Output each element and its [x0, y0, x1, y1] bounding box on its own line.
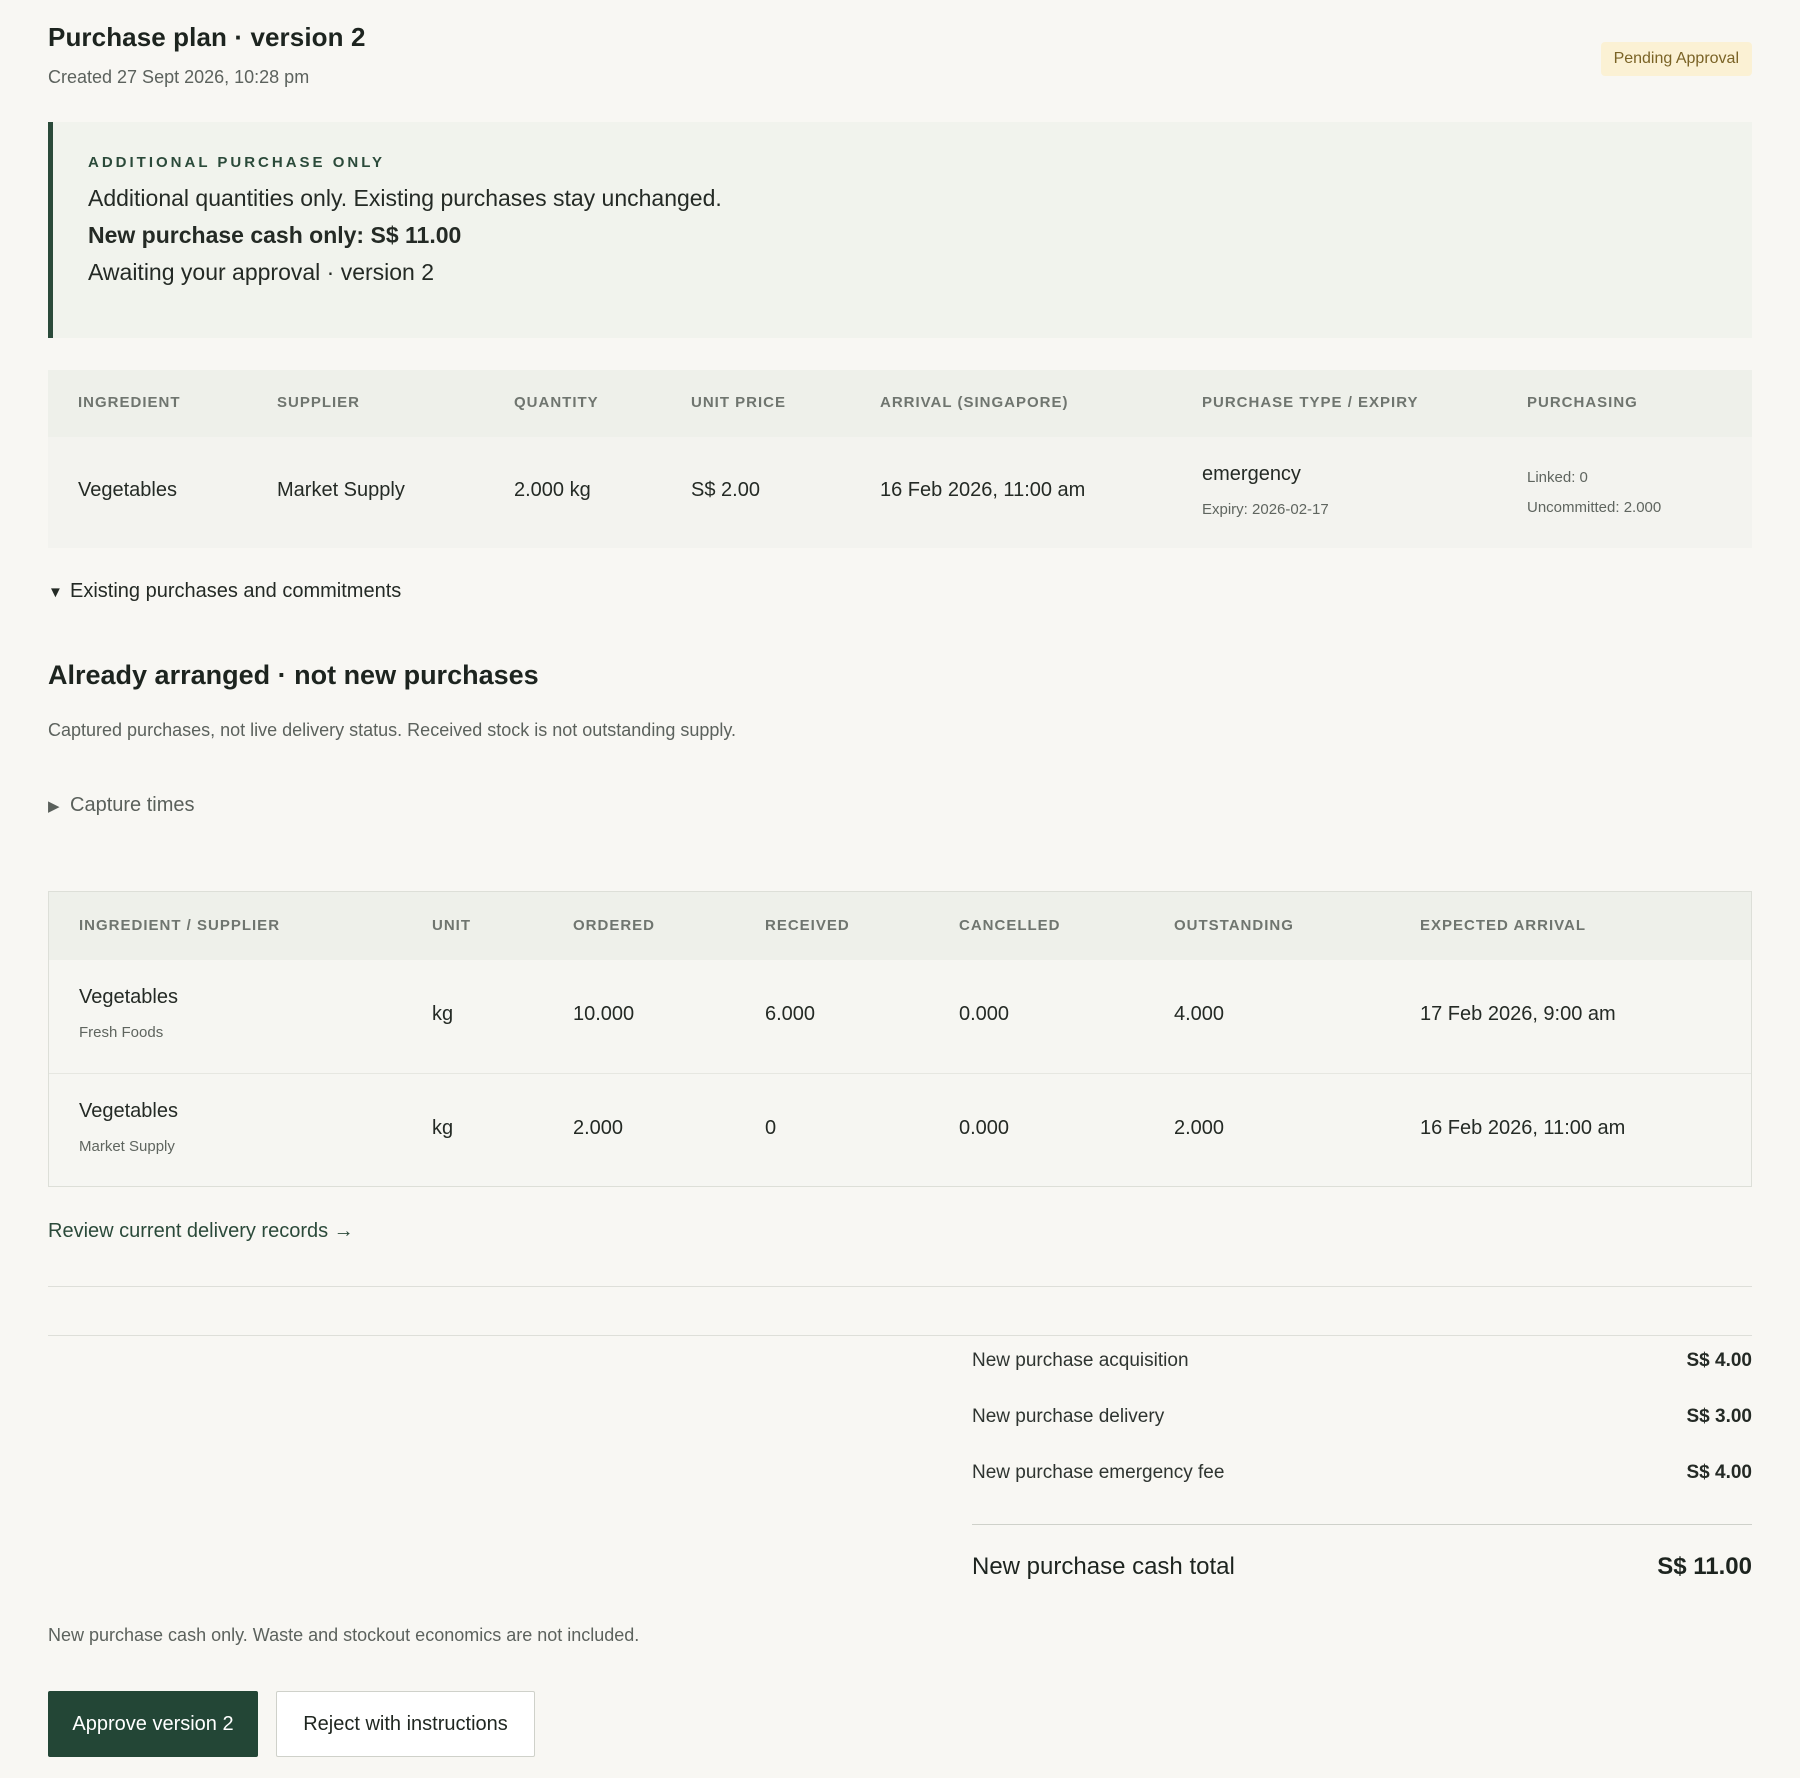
col-arrival: ARRIVAL (SINGAPORE)	[880, 394, 1069, 411]
existing-purchases-label: Existing purchases and commitments	[70, 580, 402, 602]
cell-expiry: Expiry: 2026-02-17	[1202, 501, 1329, 518]
existing-table-header: INGREDIENT / SUPPLIER UNIT ORDERED RECEI…	[49, 892, 1751, 960]
totals-divider	[48, 1335, 1752, 1336]
cell-supplier: Fresh Foods	[79, 1024, 164, 1041]
col-received: RECEIVED	[765, 917, 850, 934]
cell-outstanding: 2.000	[1174, 1117, 1225, 1139]
arranged-subtitle: Captured purchases, not live delivery st…	[48, 720, 737, 740]
total-value: S$ 4.00	[1686, 1462, 1753, 1483]
cell-ingredient: Vegetables	[78, 479, 177, 501]
triangle-right-icon: ▶	[48, 798, 60, 815]
cell-outstanding: 4.000	[1174, 1003, 1225, 1025]
page-header: Purchase plan · version 2 Created 27 Sep…	[48, 22, 1752, 102]
col-unit: UNIT	[432, 917, 471, 934]
cell-purchase-type: emergency	[1202, 463, 1301, 485]
cell-unit: kg	[432, 1117, 454, 1139]
total-line-acquisition: New purchase acquisition S$ 4.00	[972, 1350, 1752, 1406]
cell-quantity: 2.000 kg	[514, 479, 591, 501]
plan-table-header: INGREDIENT SUPPLIER QUANTITY UNIT PRICE …	[48, 370, 1752, 437]
col-supplier: SUPPLIER	[277, 394, 361, 411]
table-row: Vegetables Fresh Foods kg 10.000 6.000 0…	[49, 960, 1751, 1073]
cell-ingredient: Vegetables	[79, 1100, 178, 1122]
footnote: New purchase cash only. Waste and stocko…	[48, 1625, 640, 1645]
col-ordered: ORDERED	[573, 917, 656, 934]
notice-line-approval: Awaiting your approval · version 2	[88, 259, 435, 285]
cell-ordered: 10.000	[573, 1003, 635, 1025]
table-row: Vegetables Market Supply kg 2.000 0 0.00…	[49, 1073, 1751, 1186]
cell-linked: Linked: 0	[1527, 469, 1588, 486]
col-purchasing: PURCHASING	[1527, 394, 1638, 411]
table-row: Vegetables Market Supply 2.000 kg S$ 2.0…	[48, 437, 1752, 548]
cell-arrival: 16 Feb 2026, 11:00 am	[880, 479, 1086, 501]
cell-cancelled: 0.000	[959, 1003, 1010, 1025]
cell-expected-arrival: 16 Feb 2026, 11:00 am	[1420, 1117, 1626, 1139]
cell-cancelled: 0.000	[959, 1117, 1010, 1139]
total-value: S$ 3.00	[1686, 1406, 1753, 1427]
col-unit-price: UNIT PRICE	[691, 394, 787, 411]
review-delivery-records-link[interactable]: Review current delivery records →	[48, 1220, 354, 1243]
additional-purchase-notice: ADDITIONAL PURCHASE ONLY Additional quan…	[48, 122, 1752, 338]
cell-received: 0	[765, 1117, 777, 1139]
col-outstanding: OUTSTANDING	[1174, 917, 1294, 934]
section-divider	[48, 1286, 1752, 1287]
status-badge: Pending Approval	[1600, 42, 1752, 76]
cash-total-label: New purchase cash total	[972, 1553, 1235, 1580]
cell-supplier: Market Supply	[277, 479, 405, 501]
cell-unit: kg	[432, 1003, 454, 1025]
approve-button[interactable]: Approve version 2	[48, 1691, 258, 1757]
cell-expected-arrival: 17 Feb 2026, 9:00 am	[1420, 1003, 1616, 1025]
totals-rule	[972, 1524, 1752, 1525]
cell-ordered: 2.000	[573, 1117, 624, 1139]
arranged-heading: Already arranged · not new purchases	[48, 660, 539, 690]
col-cancelled: CANCELLED	[959, 917, 1061, 934]
total-label: New purchase emergency fee	[972, 1462, 1225, 1483]
cell-supplier: Market Supply	[79, 1138, 175, 1155]
existing-purchases-table: INGREDIENT / SUPPLIER UNIT ORDERED RECEI…	[48, 891, 1752, 1187]
total-line-emergency-fee: New purchase emergency fee S$ 4.00	[972, 1462, 1752, 1518]
col-purchase-type: PURCHASE TYPE / EXPIRY	[1202, 394, 1419, 411]
total-value: S$ 4.00	[1686, 1350, 1753, 1371]
capture-times-toggle[interactable]: ▶ Capture times	[48, 794, 195, 817]
cell-ingredient: Vegetables	[79, 986, 178, 1008]
plan-table: INGREDIENT SUPPLIER QUANTITY UNIT PRICE …	[48, 370, 1752, 548]
col-quantity: QUANTITY	[514, 394, 599, 411]
total-label: New purchase acquisition	[972, 1350, 1189, 1371]
created-timestamp: Created 27 Sept 2026, 10:28 pm	[48, 67, 310, 87]
triangle-down-icon: ▼	[48, 584, 63, 601]
cell-unit-price: S$ 2.00	[691, 479, 760, 501]
col-ingredient: INGREDIENT	[78, 394, 181, 411]
reject-button[interactable]: Reject with instructions	[276, 1691, 535, 1757]
capture-times-label: Capture times	[70, 794, 195, 816]
cash-total-value: S$ 11.00	[1657, 1553, 1752, 1580]
total-line-delivery: New purchase delivery S$ 3.00	[972, 1406, 1752, 1462]
notice-line-cash: New purchase cash only: S$ 11.00	[88, 222, 462, 248]
total-label: New purchase delivery	[972, 1406, 1165, 1427]
notice-kicker: ADDITIONAL PURCHASE ONLY	[88, 154, 386, 171]
totals-summary: New purchase acquisition S$ 4.00 New pur…	[972, 1350, 1752, 1613]
cash-total: New purchase cash total S$ 11.00	[972, 1553, 1752, 1613]
cell-received: 6.000	[765, 1003, 816, 1025]
existing-purchases-toggle[interactable]: ▼ Existing purchases and commitments	[48, 580, 401, 603]
cell-uncommitted: Uncommitted: 2.000	[1527, 499, 1662, 516]
col-ingredient-supplier: INGREDIENT / SUPPLIER	[79, 917, 281, 934]
col-expected-arrival: EXPECTED ARRIVAL	[1420, 917, 1587, 934]
purchase-plan-page: Purchase plan · version 2 Created 27 Sep…	[0, 0, 1800, 1778]
notice-line-quantities: Additional quantities only. Existing pur…	[88, 185, 722, 211]
page-title: Purchase plan · version 2	[48, 22, 366, 52]
